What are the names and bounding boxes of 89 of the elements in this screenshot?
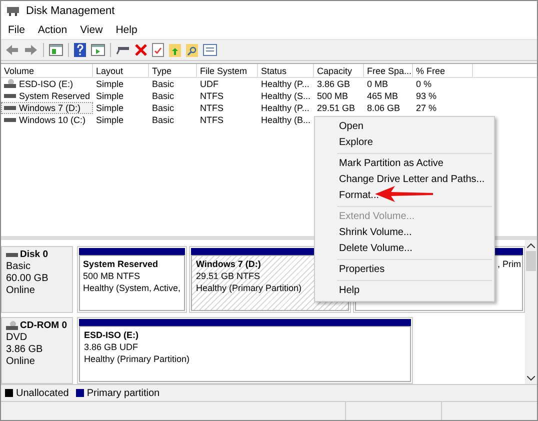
- volume-name: Windows 10 (C:): [19, 115, 86, 125]
- back-icon[interactable]: [5, 44, 19, 56]
- partition-status: Healthy (System, Active,: [83, 282, 182, 294]
- partition-size: 29.51 GB NTFS: [196, 270, 262, 282]
- column-header[interactable]: Volume: [1, 64, 93, 77]
- partition-block[interactable]: System Reserved 500 MB NTFS Healthy (System, Active,: [77, 246, 187, 313]
- delete-icon[interactable]: [135, 44, 147, 56]
- table-cell-text: NTFS: [199, 102, 224, 114]
- menu-item[interactable]: File: [8, 24, 25, 36]
- menu-item[interactable]: View: [80, 24, 103, 36]
- disk-detail: 60.00 GB: [6, 273, 50, 285]
- table-cell-text: NTFS: [199, 114, 224, 126]
- console-icon[interactable]: [49, 44, 63, 56]
- table-cell[interactable]: Windows 10 (C:): [1, 114, 93, 126]
- list-icon[interactable]: [203, 44, 217, 56]
- scroll-down-icon[interactable]: [527, 376, 535, 381]
- table-cell-text: Healthy (P...: [260, 78, 310, 90]
- disk-detail: Basic: [6, 261, 32, 273]
- table-cell-text: Basic: [151, 102, 176, 114]
- console-icon[interactable]: [91, 44, 105, 56]
- table-cell-text: Basic: [151, 78, 176, 90]
- table-cell-text: Simple: [95, 102, 125, 114]
- folder-up-icon[interactable]: [169, 43, 181, 57]
- scrollbar[interactable]: [525, 240, 537, 384]
- menu-item[interactable]: Change Drive Letter and Paths...: [315, 172, 494, 188]
- disk-name: CD-ROM 0: [20, 320, 67, 332]
- column-header[interactable]: Status: [258, 64, 314, 77]
- table-cell-text: Simple: [95, 114, 125, 126]
- disk-detail: Online: [6, 356, 36, 368]
- column-header[interactable]: Layout: [93, 64, 149, 77]
- disk-detail: Online: [6, 285, 36, 297]
- disk-detail: DVD: [6, 332, 28, 344]
- menu-item[interactable]: Format...: [315, 188, 494, 204]
- menu-item[interactable]: Open: [315, 119, 494, 135]
- scroll-thumb[interactable]: [526, 251, 536, 271]
- table-cell-text: 29.51 GB: [316, 102, 356, 114]
- partition-name: ESD-ISO (E:): [84, 329, 140, 341]
- table-cell-text: 0 MB: [366, 78, 390, 90]
- column-header[interactable]: Capacity: [314, 64, 364, 77]
- column-header[interactable]: Free Spa...: [364, 64, 413, 77]
- forward-icon[interactable]: [24, 44, 38, 56]
- table-cell-text: 465 MB: [366, 90, 400, 102]
- table-cell-text: 0 %: [415, 78, 433, 90]
- partition-size: 3.86 GB UDF: [84, 341, 140, 353]
- table-cell-text: 93 %: [415, 90, 438, 102]
- disk-drive-icon: [6, 5, 20, 17]
- table-cell-text: UDF: [199, 78, 220, 90]
- table-cell-text: 3.86 GB: [316, 78, 352, 90]
- disk-detail: 3.86 GB: [6, 344, 44, 356]
- help-icon[interactable]: [74, 43, 86, 57]
- volume-name: Windows 7 (D:): [19, 103, 81, 113]
- cd-drive-icon: [6, 321, 18, 331]
- cd-drive-icon: [4, 79, 16, 89]
- scroll-up-icon[interactable]: [527, 243, 535, 248]
- column-header[interactable]: File System: [197, 64, 258, 77]
- table-cell-text: Simple: [95, 78, 125, 90]
- menu-item[interactable]: Mark Partition as Active: [315, 156, 494, 172]
- column-header[interactable]: % Free: [413, 64, 473, 77]
- volume-name: ESD-ISO (E:): [19, 79, 74, 89]
- legend-label: Primary partition: [86, 388, 160, 398]
- table-cell-text: Healthy (B...: [260, 114, 312, 126]
- table-cell-text: Healthy (S...: [260, 90, 312, 102]
- table-cell-text: NTFS: [199, 90, 224, 102]
- table-cell[interactable]: ESD-ISO (E:): [1, 78, 93, 90]
- folder-search-icon[interactable]: [186, 43, 198, 57]
- partition-block[interactable]: ESD-ISO (E:) 3.86 GB UDF Healthy (Primary Partition): [77, 317, 413, 384]
- table-cell[interactable]: System Reserved: [1, 90, 93, 102]
- partition-status: , Prim: [498, 258, 521, 270]
- table-cell-text: 500 MB: [316, 90, 350, 102]
- menu-item[interactable]: Explore: [315, 135, 494, 151]
- partition-status: Healthy (Primary Partition): [84, 353, 191, 365]
- table-cell-text: Basic: [151, 90, 176, 102]
- partition-size: 500 MB NTFS: [83, 270, 142, 282]
- table-cell-text: 27 %: [415, 102, 438, 114]
- volume-name: System Reserved: [19, 91, 90, 101]
- menu-item[interactable]: Shrink Volume...: [315, 225, 494, 241]
- disk-name: Disk 0: [20, 249, 48, 261]
- table-cell-text: Simple: [95, 90, 125, 102]
- legend-label: Unallocated: [16, 388, 69, 398]
- window-title: Disk Management: [26, 5, 115, 17]
- partition-name: System Reserved: [83, 258, 160, 270]
- table-cell-text: Healthy (P...: [260, 102, 310, 114]
- menu-item[interactable]: Help: [116, 24, 138, 36]
- table-cell-text: 8.06 GB: [366, 102, 402, 114]
- menu-item[interactable]: Action: [38, 24, 68, 36]
- table-cell[interactable]: Windows 7 (D:): [1, 102, 93, 114]
- checklist-icon[interactable]: [152, 43, 164, 57]
- column-header[interactable]: Type: [149, 64, 197, 77]
- table-cell-text: Basic: [151, 114, 176, 126]
